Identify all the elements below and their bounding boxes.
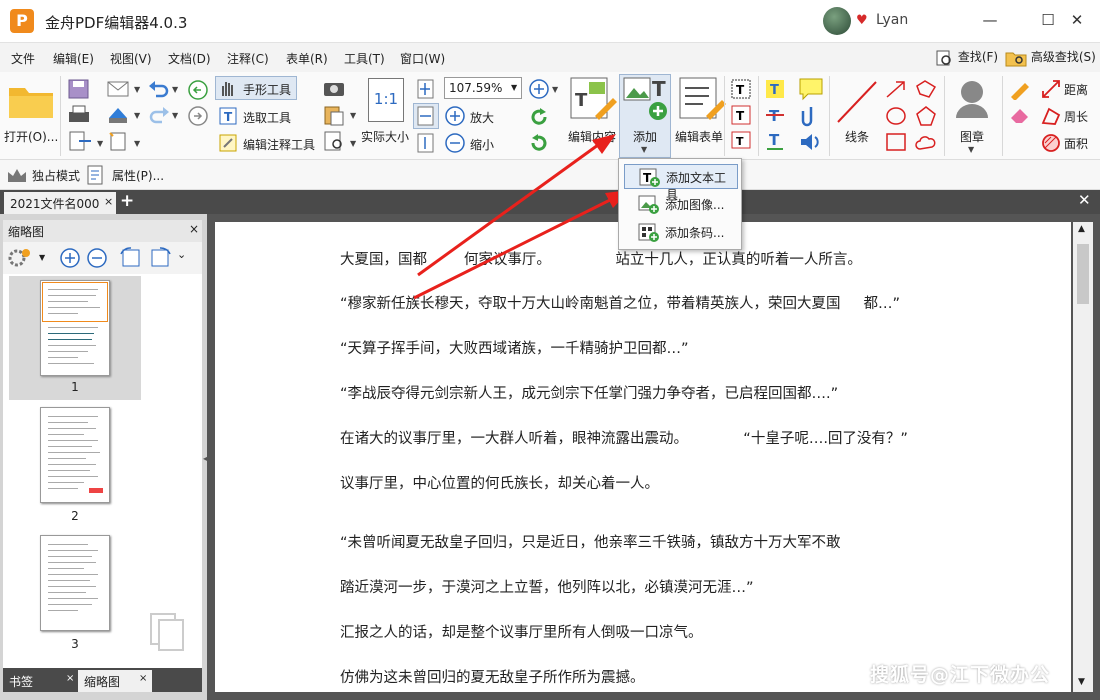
add-barcode-icon xyxy=(638,223,659,242)
add-dropdown-menu: T 添加文本工具 添加图像... 添加条码... xyxy=(618,158,742,250)
menu-item-label: 添加条码... xyxy=(665,226,725,240)
annotation-arrows xyxy=(413,134,630,300)
menu-item-add-image[interactable]: 添加图像... xyxy=(624,192,738,217)
menu-item-add-barcode[interactable]: 添加条码... xyxy=(624,220,738,245)
add-image-icon xyxy=(638,195,659,214)
annotation-arrow xyxy=(417,143,599,277)
annotation-arrowhead xyxy=(592,134,616,154)
menu-item-add-text-tool[interactable]: T 添加文本工具 xyxy=(624,164,738,202)
app-window: P 金舟PDF编辑器4.0.3 ♥ Lyan — ☐ ✕ 文件 编辑(E) 视图… xyxy=(0,0,1100,700)
watermark-text: 搜狐号@江下微办公 xyxy=(870,664,1051,686)
menu-item-label: 添加图像... xyxy=(665,198,725,212)
annotation-arrow xyxy=(413,198,611,300)
add-text-icon: T xyxy=(639,168,660,187)
